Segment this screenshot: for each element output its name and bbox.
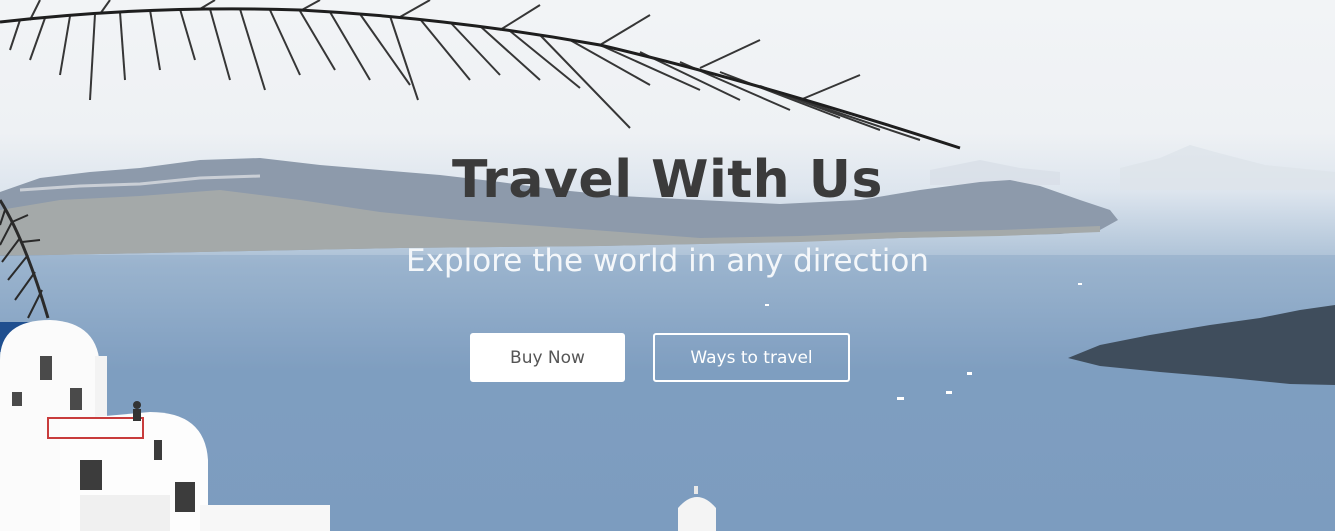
hero-title: Travel With Us (452, 150, 883, 210)
hero-section: Travel With Us Explore the world in any … (0, 0, 1335, 531)
hero-subtitle: Explore the world in any direction (406, 243, 929, 279)
ways-to-travel-button[interactable]: Ways to travel (653, 333, 850, 382)
hero-content: Travel With Us Explore the world in any … (0, 0, 1335, 531)
buy-now-button[interactable]: Buy Now (470, 333, 625, 382)
